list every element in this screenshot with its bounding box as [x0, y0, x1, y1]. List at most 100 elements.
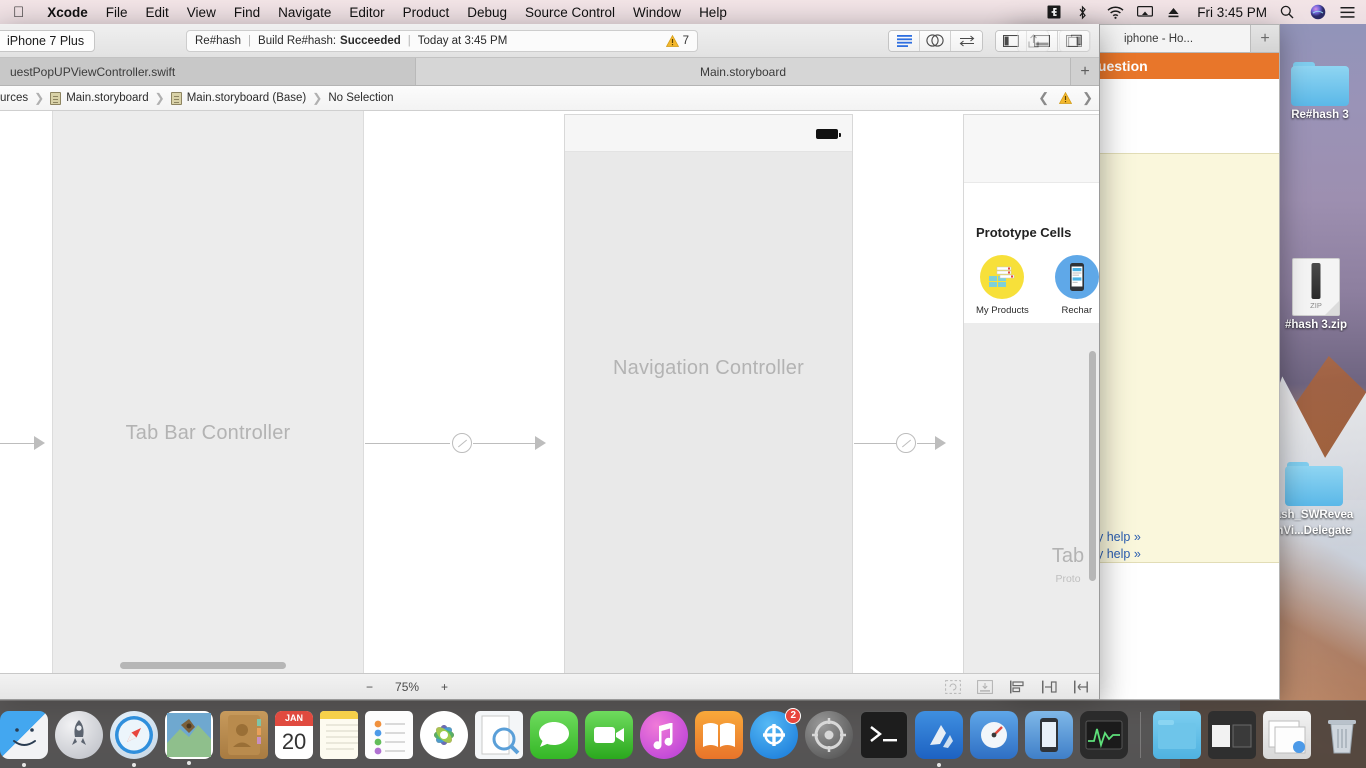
- segue-badge-1[interactable]: [452, 433, 472, 453]
- breadcrumb-item-3[interactable]: No Selection: [328, 92, 393, 104]
- dock-item-facetime[interactable]: [585, 711, 633, 759]
- segue-badge-2[interactable]: [896, 433, 916, 453]
- menu-item-editor[interactable]: Editor: [340, 5, 393, 20]
- dock-item-preview[interactable]: [475, 711, 523, 759]
- desktop-icon-label: Re#hash 3: [1272, 109, 1366, 122]
- wifi-icon[interactable]: [1107, 6, 1124, 19]
- menu-item-view[interactable]: View: [178, 5, 225, 20]
- dock-item-terminal[interactable]: [860, 711, 908, 759]
- assistant-editor-icon[interactable]: [920, 31, 951, 51]
- menu-item-xcode[interactable]: Xcode: [38, 5, 97, 20]
- macos-dock[interactable]: JAN 20 2: [0, 700, 1366, 768]
- zip-file-icon: ZIP: [1292, 258, 1340, 316]
- share-icon[interactable]: [1017, 30, 1049, 52]
- chevron-left-icon[interactable]: ❮: [1038, 90, 1049, 106]
- dock-item-launchpad[interactable]: [55, 711, 103, 759]
- prototype-cells-section[interactable]: Prototype Cells: [964, 183, 1099, 323]
- warning-badge[interactable]: 7: [666, 35, 689, 47]
- dock-item-downloads-folder[interactable]: [1153, 711, 1201, 759]
- canvas-horizontal-scrollbar[interactable]: [120, 662, 286, 669]
- prototype-cell-my-products[interactable]: My Products: [976, 255, 1029, 316]
- dock-item-documents-folder[interactable]: [1208, 711, 1256, 759]
- menu-item-find[interactable]: Find: [225, 5, 269, 20]
- dock-item-simulator[interactable]: [1025, 711, 1073, 759]
- menu-item-window[interactable]: Window: [624, 5, 690, 20]
- menu-item-navigate[interactable]: Navigate: [269, 5, 340, 20]
- dropbox-icon[interactable]: [1047, 5, 1064, 19]
- editor-tab-bar[interactable]: uestPopUPViewController.swift Main.story…: [0, 58, 1099, 86]
- dock-item-notes[interactable]: [320, 711, 358, 759]
- airplay-icon[interactable]: [1137, 6, 1154, 19]
- pin-icon[interactable]: [1041, 680, 1057, 694]
- dock-item-app-store[interactable]: 2: [750, 711, 798, 759]
- dock-item-activity-monitor[interactable]: [1080, 711, 1128, 759]
- jump-bar[interactable]: urces ❯ Main.storyboard ❯ Main.storyboar…: [0, 86, 1099, 111]
- editor-tab-swift[interactable]: uestPopUPViewController.swift: [0, 58, 416, 85]
- dock-item-itunes[interactable]: [640, 711, 688, 759]
- xcode-window[interactable]: iPhone 7 Plus Re#hash | Build Re#hash: S…: [0, 24, 1100, 700]
- dock-item-safari[interactable]: [110, 711, 158, 759]
- scene-tab-bar-controller[interactable]: Tab Bar Controller Home Re#quest Re#new …: [52, 111, 364, 673]
- running-indicator: [937, 763, 941, 767]
- bluetooth-icon[interactable]: [1077, 5, 1094, 20]
- dock-item-photos[interactable]: [420, 711, 468, 759]
- zoom-in-button[interactable]: +: [441, 680, 448, 694]
- menu-item-source-control[interactable]: Source Control: [516, 5, 624, 20]
- storyboard-canvas[interactable]: Tab Bar Controller Home Re#quest Re#new …: [0, 111, 1099, 673]
- resolve-issues-icon[interactable]: [1073, 680, 1089, 694]
- menu-item-file[interactable]: File: [97, 5, 137, 20]
- embed-in-icon[interactable]: [977, 680, 993, 694]
- menu-item-product[interactable]: Product: [394, 5, 459, 20]
- menu-item-edit[interactable]: Edit: [137, 5, 178, 20]
- browser-new-tab-button[interactable]: +: [1251, 25, 1279, 52]
- dock-item-contacts[interactable]: [220, 711, 268, 759]
- breadcrumb-item-2[interactable]: Main.storyboard (Base): [171, 92, 307, 105]
- apple-logo-icon[interactable]: : [0, 5, 38, 20]
- menu-item-help[interactable]: Help: [690, 5, 736, 20]
- browser-link-2[interactable]: y help »: [1097, 547, 1141, 561]
- standard-editor-icon[interactable]: [889, 31, 920, 51]
- desktop-icon-folder[interactable]: Re#hash 3: [1272, 62, 1366, 122]
- eject-icon[interactable]: [1167, 6, 1184, 19]
- zoom-level-label: 75%: [395, 680, 419, 694]
- dock-item-trash[interactable]: [1318, 711, 1366, 759]
- dock-item-reminders[interactable]: [365, 711, 413, 759]
- prototype-cell-recharge[interactable]: Rechar: [1055, 255, 1099, 316]
- editor-mode-segmented-control[interactable]: [888, 30, 983, 52]
- macos-menu-bar[interactable]:  Xcode File Edit View Find Navigate Edi…: [0, 0, 1366, 24]
- dock-item-mail[interactable]: [165, 711, 213, 759]
- menubar-clock[interactable]: Fri 3:45 PM: [1197, 5, 1267, 20]
- breadcrumb-item-0[interactable]: urces: [0, 92, 28, 104]
- desktop-icon-zip[interactable]: ZIP #hash 3.zip: [1268, 258, 1364, 332]
- new-tab-button[interactable]: +: [1071, 58, 1099, 85]
- desktop-icon-folder-2[interactable]: ash_SWRevea hVi...Delegate: [1266, 462, 1362, 538]
- dock-item-calendar[interactable]: JAN 20: [275, 711, 313, 759]
- version-editor-icon[interactable]: [951, 31, 982, 51]
- align-icon[interactable]: [1009, 680, 1025, 694]
- segue-line-1b: [473, 443, 535, 444]
- dock-item-xcode[interactable]: [915, 711, 963, 759]
- dock-item-stack-folder[interactable]: [1263, 711, 1311, 759]
- dock-item-system-preferences[interactable]: [805, 711, 853, 759]
- chevron-right-icon[interactable]: ❯: [1082, 90, 1093, 106]
- zoom-out-button[interactable]: −: [366, 680, 373, 694]
- warning-triangle-icon[interactable]: [1059, 92, 1072, 104]
- breadcrumb-item-1[interactable]: Main.storyboard: [50, 92, 148, 105]
- dock-item-instruments[interactable]: [970, 711, 1018, 759]
- update-frames-icon[interactable]: [945, 680, 961, 694]
- menu-item-debug[interactable]: Debug: [458, 5, 516, 20]
- siri-icon[interactable]: [1310, 4, 1327, 20]
- dock-item-finder[interactable]: [0, 711, 48, 759]
- browser-link-1[interactable]: y help »: [1097, 530, 1141, 544]
- organizer-icon[interactable]: [1059, 30, 1091, 52]
- dock-item-messages[interactable]: [530, 711, 578, 759]
- scene-table-view-controller[interactable]: Prototype Cells: [963, 114, 1099, 673]
- scene-navigation-controller[interactable]: Navigation Controller Home: [564, 114, 853, 673]
- scheme-selector[interactable]: iPhone 7 Plus: [0, 30, 95, 52]
- spotlight-search-icon[interactable]: [1280, 5, 1297, 19]
- notification-center-icon[interactable]: [1340, 6, 1357, 19]
- dock-item-ibooks[interactable]: [695, 711, 743, 759]
- activity-status-view: Re#hash | Build Re#hash: Succeeded | Tod…: [186, 30, 698, 52]
- editor-tab-storyboard[interactable]: Main.storyboard: [416, 58, 1071, 85]
- canvas-vertical-scrollbar[interactable]: [1089, 351, 1096, 581]
